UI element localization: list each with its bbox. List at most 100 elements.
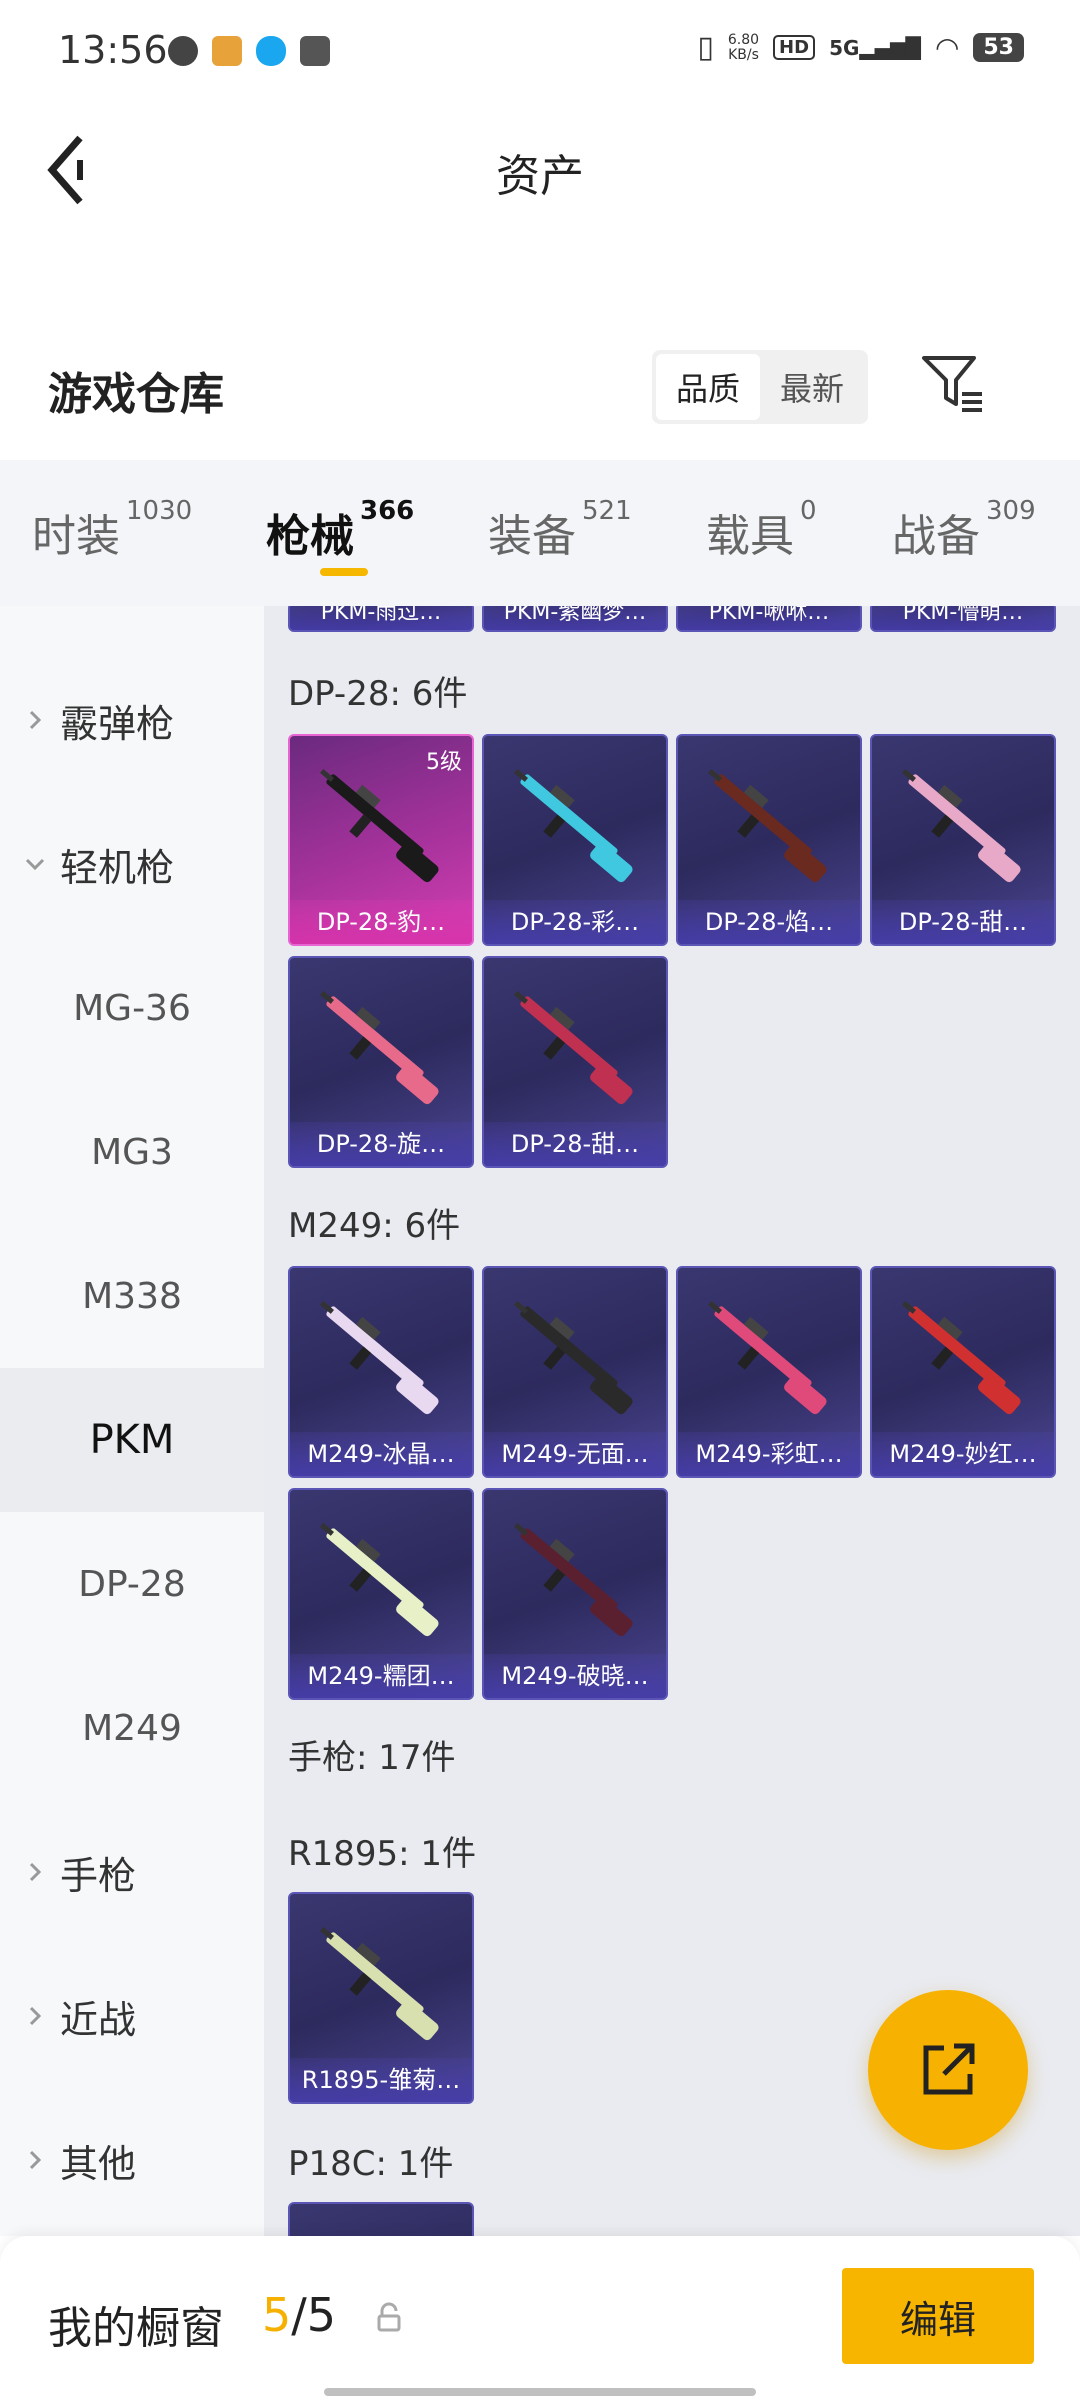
sort-latest-button[interactable]: 最新 <box>760 354 864 420</box>
sort-toggle: 品质 最新 <box>652 350 868 424</box>
section-heading-pistol: 手枪: 17件 <box>288 1738 456 1778</box>
lock-icon <box>377 2302 401 2332</box>
chevron-down-icon <box>25 858 45 871</box>
weapon-card-name: M249-无面… <box>484 1432 666 1476</box>
status-bar: 13:56 ▯ 6.80 KB/s HD 5G▂▄▆█ ◠ 53 <box>0 0 1080 100</box>
weapon-card[interactable]: M249-无面… <box>482 1266 668 1478</box>
battery-icon: 53 <box>973 33 1024 62</box>
weapon-card[interactable]: DP-28-彩… <box>482 734 668 946</box>
section-heading-p18c: P18C: 1件 <box>288 2144 454 2184</box>
tab-equipment[interactable]: 装备 521 <box>488 496 632 564</box>
qq-icon <box>256 36 286 66</box>
sidebar-item-shotgun[interactable]: 霰弹枪 <box>0 648 264 792</box>
gun-image-icon <box>514 1301 633 1415</box>
sidebar-item-dp28[interactable]: DP-28 <box>0 1512 264 1656</box>
gun-image-icon <box>320 991 439 1105</box>
hd-badge: HD <box>773 35 816 60</box>
tab-firearms[interactable]: 枪械 366 <box>266 496 414 564</box>
weapon-card[interactable]: DP-28-甜… <box>870 734 1056 946</box>
weapon-card[interactable]: PKM-雨过… <box>288 606 474 632</box>
weapon-card[interactable]: M249-冰晶… <box>288 1266 474 1478</box>
weapon-card-name: M249-破晓… <box>484 1654 666 1698</box>
gun-image-icon <box>902 769 1021 883</box>
home-indicator <box>324 2388 756 2396</box>
section-heading-r1895: R1895: 1件 <box>288 1834 477 1874</box>
sidebar-item-melee[interactable]: 近战 <box>0 1944 264 2088</box>
gun-image-icon <box>708 769 827 883</box>
weapon-card[interactable]: M249-破晓… <box>482 1488 668 1700</box>
filter-icon[interactable] <box>920 354 990 414</box>
share-button[interactable] <box>868 1990 1028 2150</box>
vibrate-icon: ▯ <box>697 30 714 65</box>
weapon-card[interactable]: M249-妙红… <box>870 1266 1056 1478</box>
weapon-card[interactable]: R1895-雏菊… <box>288 1892 474 2104</box>
chevron-right-icon <box>29 2150 42 2170</box>
chevron-right-icon <box>29 2006 42 2026</box>
app-notification-icon <box>168 36 198 66</box>
message-icon <box>300 36 330 66</box>
warehouse-title: 游戏仓库 <box>48 369 224 420</box>
weapon-card[interactable]: M249-彩虹… <box>676 1266 862 1478</box>
notification-icons <box>168 36 330 66</box>
weapon-card-name: M249-彩虹… <box>678 1432 860 1476</box>
section-heading-dp28: DP-28: 6件 <box>288 674 468 714</box>
gun-image-icon <box>320 1927 439 2041</box>
sidebar-item-pistol[interactable]: 手枪 <box>0 1800 264 1944</box>
weapon-card-name: DP-28-甜… <box>872 900 1054 944</box>
weapon-card-name: M249-冰晶… <box>290 1432 472 1476</box>
page-title: 资产 <box>496 151 584 202</box>
weapon-card[interactable] <box>288 2202 474 2236</box>
category-tabs: 时装 1030 枪械 366 装备 521 载具 0 战备 309 <box>0 460 1080 606</box>
sort-quality-button[interactable]: 品质 <box>656 354 760 420</box>
showcase-count: 5/5 <box>262 2288 337 2342</box>
weapon-card-name: DP-28-旋… <box>290 1122 472 1166</box>
net-speed: 6.80 KB/s <box>727 31 760 63</box>
level-badge: 5级 <box>426 750 462 775</box>
sidebar-item-mg3[interactable]: MG3 <box>0 1080 264 1224</box>
gun-image-icon <box>320 1523 439 1637</box>
chevron-right-icon <box>29 1862 42 1882</box>
weapon-card[interactable]: DP-28-旋… <box>288 956 474 1168</box>
gun-image-icon <box>514 1523 633 1637</box>
sidebar-item-m249[interactable]: M249 <box>0 1656 264 1800</box>
showcase-bar: 我的橱窗 5/5 编辑 <box>0 2236 1080 2400</box>
weapon-card[interactable]: PKM-紫幽梦… <box>482 606 668 632</box>
chevron-right-icon <box>29 710 42 730</box>
tab-vehicles[interactable]: 载具 0 <box>706 496 817 564</box>
sidebar-item-lmg[interactable]: 轻机枪 <box>0 792 264 936</box>
weapon-card-name: M249-妙红… <box>872 1432 1054 1476</box>
share-icon <box>923 2043 975 2095</box>
weapon-card[interactable]: PKM-懵萌… <box>870 606 1056 632</box>
sidebar-item-mg36[interactable]: MG-36 <box>0 936 264 1080</box>
weapon-card[interactable]: 5级 DP-28-豹… <box>288 734 474 946</box>
weapon-card-name: DP-28-豹… <box>290 900 472 944</box>
weapon-card[interactable]: M249-糯团… <box>288 1488 474 1700</box>
gun-image-icon <box>514 769 633 883</box>
game-notification-icon <box>212 36 242 66</box>
gun-image-icon <box>708 1301 827 1415</box>
weapon-card[interactable]: PKM-啾咻… <box>676 606 862 632</box>
section-heading-m249: M249: 6件 <box>288 1206 461 1246</box>
sidebar-item-m338[interactable]: M338 <box>0 1224 264 1368</box>
app-header: 资产 <box>0 100 1080 240</box>
weapon-card[interactable]: DP-28-焰… <box>676 734 862 946</box>
gun-image-icon <box>320 1301 439 1415</box>
wifi-icon: ◠ <box>934 31 960 64</box>
gun-image-icon <box>902 1301 1021 1415</box>
weapon-card-name: DP-28-甜… <box>484 1122 666 1166</box>
weapon-card-name: DP-28-彩… <box>484 900 666 944</box>
tab-fashion[interactable]: 时装 1030 <box>32 496 192 564</box>
weapon-card[interactable]: DP-28-甜… <box>482 956 668 1168</box>
status-right: ▯ 6.80 KB/s HD 5G▂▄▆█ ◠ 53 <box>697 30 1024 65</box>
gun-image-icon <box>514 991 633 1105</box>
weapon-card-name: R1895-雏菊… <box>290 2058 472 2102</box>
edit-button[interactable]: 编辑 <box>842 2268 1034 2364</box>
sidebar-item-other[interactable]: 其他 <box>0 2088 264 2232</box>
sidebar-item-pkm[interactable]: PKM <box>0 1368 264 1512</box>
weapon-card-name: DP-28-焰… <box>678 900 860 944</box>
tab-supplies[interactable]: 战备 309 <box>892 496 1036 564</box>
showcase-label: 我的橱窗 <box>48 2303 224 2354</box>
active-tab-indicator <box>320 568 368 576</box>
weapon-category-sidebar: 霰弹枪 轻机枪 MG-36 MG3 M338 PKM DP-28 M249 手枪… <box>0 606 264 2236</box>
signal-icon: 5G▂▄▆█ <box>829 35 921 60</box>
